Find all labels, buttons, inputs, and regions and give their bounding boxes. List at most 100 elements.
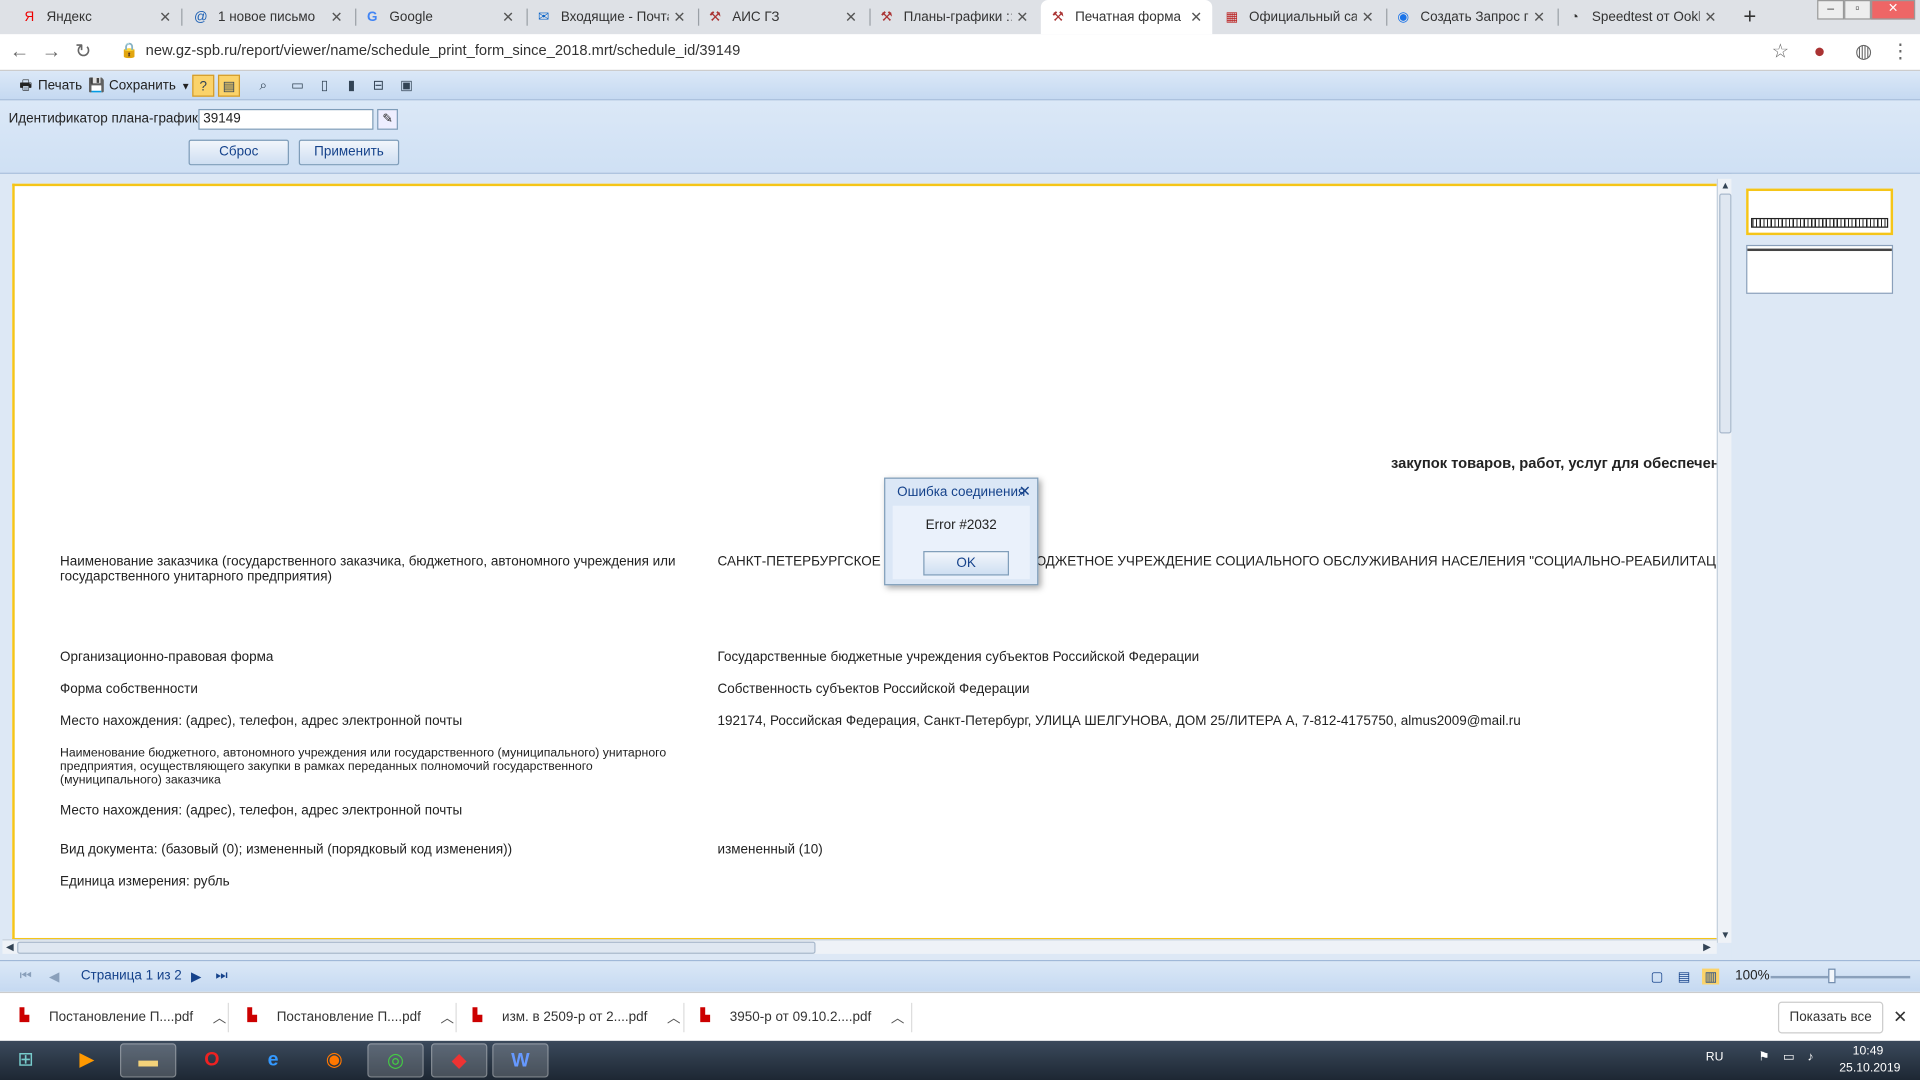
one-page-icon[interactable]: ▢ (1651, 969, 1664, 985)
multi-page-icon[interactable]: ▮ (340, 75, 362, 97)
continuous-page-icon[interactable]: ▯ (313, 75, 335, 97)
clock-time[interactable]: 10:49 (1853, 1044, 1884, 1057)
single-page-icon[interactable]: ▭ (287, 75, 309, 97)
extension-icon[interactable]: ● (1807, 40, 1831, 64)
close-icon[interactable]: ✕ (1893, 1007, 1907, 1028)
last-page-icon[interactable]: ⏭ (216, 969, 228, 985)
clock-date[interactable]: 25.10.2019 (1839, 1062, 1900, 1075)
volume-icon[interactable]: ♪ (1807, 1051, 1813, 1064)
view-mode-icon[interactable]: ▣ (396, 75, 418, 97)
tab-speedtest[interactable]: ◔ Speedtest от Ookla ✕ (1558, 0, 1727, 34)
chevron-up-icon[interactable]: ︿ (440, 1008, 453, 1028)
ok-button[interactable]: OK (923, 551, 1009, 576)
app-red-icon[interactable]: ◆ (431, 1043, 488, 1078)
pencil-icon[interactable]: ✎ (377, 108, 398, 130)
row-label-unit: Единица измерения: рубль (60, 874, 230, 889)
tab-mail[interactable]: @1 новое письмо ✕ (184, 0, 353, 34)
show-all-downloads-button[interactable]: Показать все (1777, 1001, 1884, 1034)
page-setup-icon[interactable]: ⊟ (367, 75, 389, 97)
tab-create-request[interactable]: ◉Создать Запрос по:✕ (1386, 0, 1555, 34)
close-tab-icon[interactable]: ✕ (331, 9, 343, 26)
pdf-file-icon: ▙ (247, 1008, 257, 1023)
zoom-level: 100% (1735, 968, 1770, 984)
tab-official-site[interactable]: ▦Официальный сайт✕ (1215, 0, 1384, 34)
tab-yandex[interactable]: Я Яндекс ✕ (12, 0, 181, 34)
download-item[interactable]: ▙ 3950-р от 09.10.2....pdf ︿ (700, 993, 904, 1042)
close-icon[interactable]: ✕ (1019, 482, 1031, 499)
ie-icon[interactable]: e (245, 1043, 301, 1077)
start-button-icon[interactable]: ⊞ (0, 1043, 51, 1077)
row-label-doc-type: Вид документа: (базовый (0); измененный … (60, 842, 513, 858)
tab-ais-gz[interactable]: ⚒ АИС ГЗ ✕ (698, 0, 867, 34)
close-tab-icon[interactable]: ✕ (1016, 9, 1028, 26)
close-tab-icon[interactable]: ✕ (1533, 9, 1545, 26)
language-indicator[interactable]: RU (1706, 1051, 1724, 1064)
maximize-button[interactable]: ▫ (1844, 0, 1872, 20)
schedule-id-input[interactable]: 39149 (198, 108, 374, 130)
close-tab-icon[interactable]: ✕ (159, 9, 171, 26)
flag-icon[interactable]: ⚑ (1758, 1051, 1769, 1064)
window-close-button[interactable]: ✕ (1871, 0, 1916, 20)
tab-outlook[interactable]: ✉Входящие - Почта I✕ (527, 0, 696, 34)
forward-icon[interactable]: → (39, 40, 63, 64)
two-pages-icon[interactable]: ▤ (1678, 969, 1691, 985)
download-item[interactable]: ▙ Постановление П....pdf ︿ (20, 993, 227, 1042)
tab-plans[interactable]: ⚒Планы-графики :: А✕ (869, 0, 1038, 34)
reload-icon[interactable]: ↻ (71, 40, 95, 64)
bookmarks-toggle-icon[interactable]: ? (192, 74, 215, 97)
reset-button[interactable]: Сброс (188, 139, 289, 166)
thumbnail-page-1[interactable] (1746, 188, 1894, 236)
zoom-slider-handle[interactable] (1828, 968, 1836, 984)
menu-icon[interactable]: ⋮ (1888, 40, 1912, 64)
scroll-right-icon[interactable]: ▶ (1700, 940, 1715, 955)
download-item[interactable]: ▙ Постановление П....pdf ︿ (247, 993, 454, 1042)
new-tab-button[interactable]: + (1736, 4, 1763, 31)
print-button[interactable]: 🖶 Печать (17, 75, 82, 97)
horizontal-scroll-thumb[interactable] (17, 941, 816, 954)
report-toolbar: 🖶 Печать 💾 Сохранить ▼ ? ▤ ⌕ ▭ ▯ ▮ ⊟ ▣ (0, 71, 1920, 101)
thumbnail-page-2[interactable] (1746, 244, 1894, 294)
media-player-icon[interactable]: ▶ (59, 1043, 115, 1077)
prev-page-icon[interactable]: ◀ (49, 969, 59, 985)
find-icon[interactable]: ⌕ (252, 75, 274, 97)
next-page-icon[interactable]: ▶ (191, 969, 201, 985)
firefox-icon[interactable]: ◉ (306, 1043, 362, 1077)
close-tab-icon[interactable]: ✕ (673, 9, 685, 26)
row-value-customer: САНКТ-ПЕТЕРБУРГСКОЕ ГОСУДАРСТВЕННОЕ БЮДЖ… (717, 554, 1716, 570)
download-item[interactable]: ▙ изм. в 2509-р от 2....pdf ︿ (473, 993, 681, 1042)
apply-button[interactable]: Применить (298, 139, 400, 166)
chrome-icon[interactable]: ◎ (367, 1043, 424, 1078)
close-tab-icon[interactable]: ✕ (1190, 9, 1202, 26)
page-thumbnails-panel (1731, 173, 1920, 961)
horizontal-scrollbar[interactable]: ◀ ▶ (2, 939, 1717, 955)
report-heading: закупок товаров, работ, услуг для обеспе… (1391, 454, 1717, 472)
tab-google[interactable]: G Google ✕ (355, 0, 524, 34)
bookmark-star-icon[interactable]: ☆ (1768, 40, 1792, 64)
back-icon[interactable]: ← (7, 40, 31, 64)
vertical-scrollbar[interactable]: ▲ ▼ (1716, 178, 1732, 943)
chevron-up-icon[interactable]: ︿ (667, 1008, 680, 1028)
explorer-icon[interactable]: ▬ (120, 1043, 177, 1078)
vertical-scroll-thumb[interactable] (1719, 193, 1732, 434)
word-icon[interactable]: W (492, 1043, 549, 1078)
profile-icon[interactable]: ◍ (1851, 40, 1875, 64)
close-tab-icon[interactable]: ✕ (502, 9, 514, 26)
chevron-up-icon[interactable]: ︿ (213, 1008, 226, 1028)
network-icon[interactable]: ▭ (1783, 1051, 1795, 1064)
thumbnails-toggle-icon[interactable]: ▤ (217, 74, 241, 97)
zoom-slider[interactable] (1770, 975, 1911, 979)
save-button[interactable]: 💾 Сохранить ▼ (88, 75, 190, 97)
close-tab-icon[interactable]: ✕ (845, 9, 857, 26)
opera-icon[interactable]: O (184, 1043, 240, 1077)
hammer-icon: ⚒ (880, 9, 893, 25)
close-tab-icon[interactable]: ✕ (1704, 9, 1716, 26)
minimize-button[interactable]: – (1817, 0, 1845, 20)
close-tab-icon[interactable]: ✕ (1362, 9, 1374, 26)
first-page-icon[interactable]: ⏮ (20, 969, 32, 985)
url-field[interactable]: 🔒 new.gz-spb.ru/report/viewer/name/schedu… (120, 42, 740, 59)
gov-icon: ▦ (1225, 9, 1239, 25)
scroll-left-icon[interactable]: ◀ (2, 940, 17, 955)
tab-print-form[interactable]: ⚒Печатная форма пл✕ (1040, 0, 1213, 35)
page-width-icon[interactable]: ▥ (1702, 968, 1720, 985)
chevron-up-icon[interactable]: ︿ (891, 1008, 904, 1028)
